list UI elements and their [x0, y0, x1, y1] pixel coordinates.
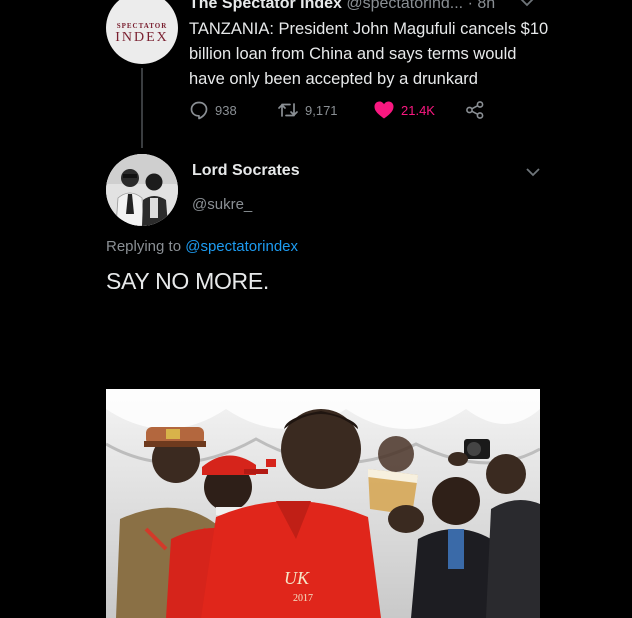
avatar-logo-top: SPECTATOR: [116, 22, 168, 30]
reply-author-handle[interactable]: @sukre_: [192, 196, 252, 213]
shirt-year: 2017: [293, 593, 313, 604]
like-count: 21.4K: [401, 102, 435, 118]
original-tweet-header: The Spectator Index @spectatorind... · 8…: [189, 0, 495, 14]
share-button[interactable]: [465, 100, 485, 120]
heart-icon: [373, 100, 395, 120]
tweet-photo[interactable]: UK 2017: [106, 389, 540, 618]
shirt-label: UK: [284, 568, 310, 588]
retweet-icon: [277, 100, 299, 120]
spectator-index-avatar[interactable]: SPECTATOR INDEX: [106, 0, 178, 64]
tweet-actions: 938 9,171 21.4K: [189, 100, 509, 124]
avatar-photo: [106, 154, 178, 226]
thread-connector-line: [141, 68, 143, 148]
tweet-text: TANZANIA: President John Magufuli cancel…: [189, 20, 549, 88]
reply-icon: [189, 100, 209, 120]
share-icon: [465, 100, 485, 120]
retweet-button[interactable]: 9,171: [277, 100, 338, 120]
replying-to-line: Replying to @spectatorindex: [106, 238, 298, 255]
reply-count: 938: [215, 102, 237, 118]
reply-button[interactable]: 938: [189, 100, 237, 120]
retweet-count: 9,171: [305, 102, 338, 118]
lord-socrates-avatar[interactable]: [106, 154, 178, 226]
avatar-logo-bottom: INDEX: [115, 30, 169, 45]
replying-to-mention[interactable]: @spectatorindex: [185, 238, 298, 255]
chevron-down-icon[interactable]: [526, 164, 540, 182]
reply-tweet[interactable]: Lord Socrates @sukre_ Replying to @spect…: [0, 150, 632, 300]
tweet-time: · 8h: [467, 0, 496, 12]
replying-to-prefix: Replying to: [106, 238, 182, 255]
photo-illustration: UK 2017: [106, 389, 540, 618]
author-name[interactable]: The Spectator Index: [189, 0, 342, 12]
reply-author-name[interactable]: Lord Socrates: [192, 162, 300, 180]
reply-tweet-text: SAY NO MORE.: [106, 268, 269, 294]
like-button[interactable]: 21.4K: [373, 100, 435, 120]
author-handle[interactable]: @spectatorind...: [346, 0, 463, 12]
chevron-down-icon[interactable]: [520, 0, 534, 10]
original-tweet[interactable]: SPECTATOR INDEX The Spectator Index @spe…: [0, 0, 632, 148]
